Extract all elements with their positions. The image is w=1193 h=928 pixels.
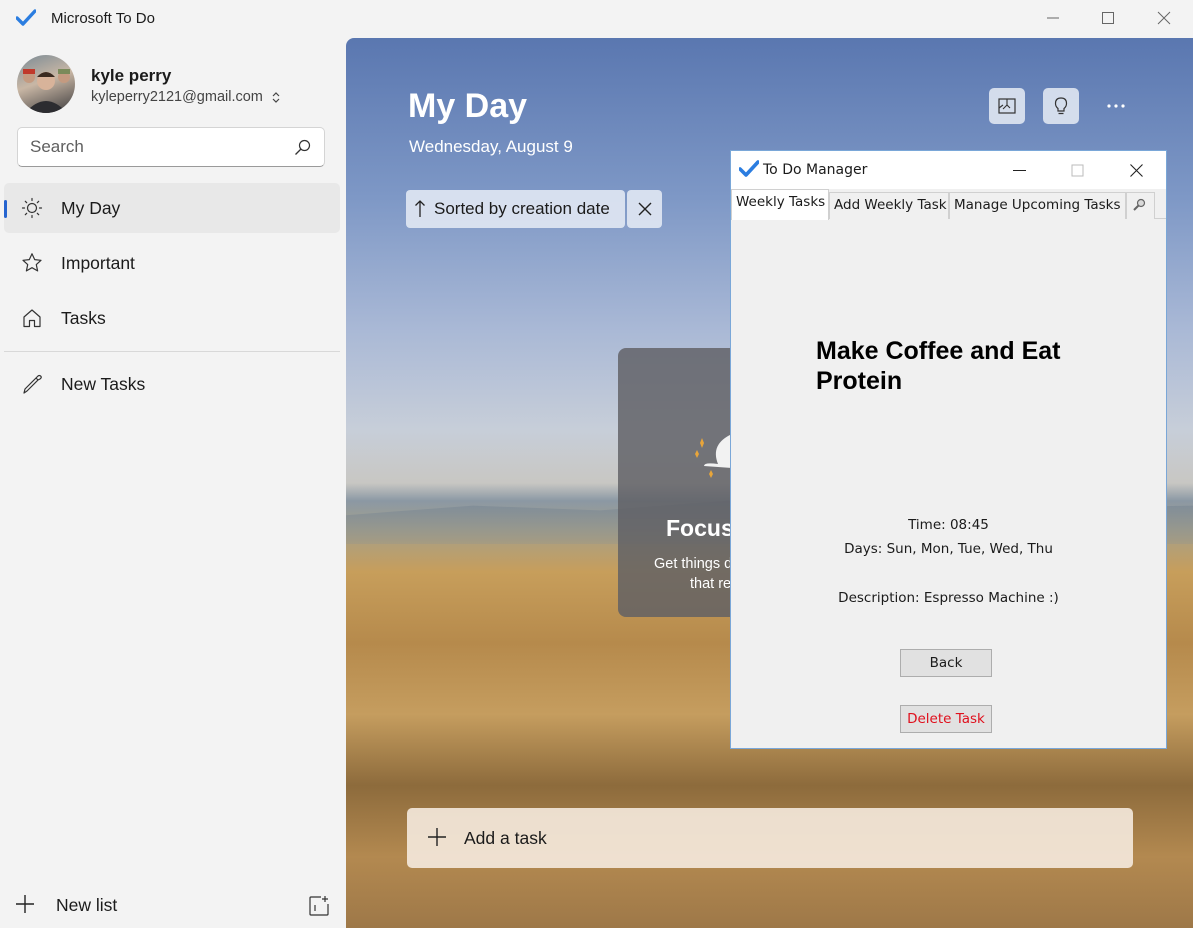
more-options-button[interactable]	[1098, 93, 1134, 119]
dialog-maximize-button[interactable]	[1048, 151, 1106, 189]
add-task-input[interactable]: Add a task	[407, 808, 1133, 868]
avatar[interactable]	[17, 55, 75, 113]
tab-label: Weekly Tasks	[736, 194, 826, 210]
sidebar-item-label: New Tasks	[61, 374, 146, 394]
suggestions-button[interactable]	[1043, 88, 1079, 124]
add-task-placeholder: Add a task	[464, 828, 547, 848]
task-title: Make Coffee and Eat Protein	[816, 337, 1061, 395]
minimize-button[interactable]	[1024, 0, 1082, 36]
sidebar-item-my-day[interactable]: My Day	[4, 183, 340, 233]
todo-manager-window: To Do Manager Weekly Tasks Add Weekly Ta…	[730, 150, 1167, 749]
focus-text-line: that re	[690, 576, 732, 592]
search-box[interactable]	[17, 127, 325, 167]
minimize-icon	[1012, 169, 1026, 171]
app-title: Microsoft To Do	[51, 10, 155, 27]
todo-checkmark-icon	[739, 160, 759, 177]
tab-label: Add Weekly Task	[834, 197, 947, 213]
search-input[interactable]	[30, 136, 280, 158]
tab-search[interactable]	[1126, 192, 1155, 219]
active-indicator	[4, 200, 7, 218]
suggestions-panel-button[interactable]	[989, 88, 1025, 124]
todo-checkmark-icon	[16, 9, 36, 26]
task-time: Time: 08:45	[908, 517, 989, 533]
weekly-task-detail-panel: Make Coffee and Eat Protein Time: 08:45 …	[731, 219, 1166, 748]
maximize-button[interactable]	[1079, 0, 1137, 36]
close-icon	[1157, 11, 1171, 25]
sidebar-divider	[4, 351, 340, 352]
star-icon	[22, 253, 42, 272]
tab-add-weekly-task[interactable]: Add Weekly Task	[829, 192, 949, 219]
tab-label: Manage Upcoming Tasks	[954, 197, 1121, 213]
magnifier-icon	[1133, 198, 1146, 211]
image-panel-icon	[998, 98, 1016, 114]
close-icon	[1129, 163, 1143, 177]
focus-heading: Focus	[666, 515, 734, 541]
page-date: Wednesday, August 9	[409, 137, 573, 156]
sidebar-item-new-tasks[interactable]: New Tasks	[4, 359, 340, 409]
maximize-icon	[1102, 12, 1114, 24]
account-switch-chevron-icon[interactable]	[271, 90, 281, 105]
tab-manage-upcoming-tasks[interactable]: Manage Upcoming Tasks	[949, 192, 1126, 219]
more-dots-icon	[1107, 104, 1125, 108]
new-list-button[interactable]: New list	[14, 891, 314, 921]
sidebar-item-important[interactable]: Important	[4, 238, 340, 288]
page-title: My Day	[408, 87, 528, 125]
plus-icon	[428, 828, 446, 846]
back-button[interactable]: Back	[900, 649, 992, 677]
sidebar-item-label: Tasks	[61, 308, 106, 328]
user-name: kyle perry	[91, 66, 172, 85]
focus-text-line: Get things d	[654, 556, 733, 572]
dialog-titlebar: To Do Manager	[731, 151, 1166, 189]
sidebar: kyle perry kyleperry2121@gmail.com My Da…	[0, 38, 346, 928]
new-list-label: New list	[56, 895, 118, 915]
app-titlebar: Microsoft To Do	[0, 0, 1193, 38]
list-icon	[23, 374, 42, 394]
sidebar-item-label: Important	[61, 253, 135, 273]
search-icon[interactable]	[294, 139, 311, 156]
lightbulb-icon	[1054, 97, 1068, 115]
clear-sort-button[interactable]	[627, 190, 662, 228]
home-icon	[23, 309, 41, 328]
sparkle-illustration-icon	[695, 434, 732, 478]
dialog-close-button[interactable]	[1107, 151, 1165, 189]
close-button[interactable]	[1135, 0, 1193, 36]
dialog-title: To Do Manager	[763, 162, 868, 178]
close-icon	[638, 202, 651, 216]
sun-icon	[21, 197, 43, 219]
user-email[interactable]: kyleperry2121@gmail.com	[91, 89, 263, 105]
tab-weekly-tasks[interactable]: Weekly Tasks	[731, 189, 829, 220]
new-group-icon[interactable]	[307, 894, 331, 918]
sidebar-item-tasks[interactable]: Tasks	[4, 293, 340, 343]
maximize-icon	[1071, 164, 1083, 176]
task-days: Days: Sun, Mon, Tue, Wed, Thu	[844, 541, 1053, 557]
task-description: Description: Espresso Machine :)	[838, 590, 1059, 606]
sort-label: Sorted by creation date	[434, 199, 610, 218]
sidebar-item-label: My Day	[61, 198, 121, 218]
arrow-up-icon	[415, 200, 425, 217]
focus-card: Focus Get things d that re	[618, 348, 748, 617]
avatar-photo	[23, 69, 70, 113]
sort-indicator[interactable]: Sorted by creation date	[406, 190, 625, 228]
dialog-minimize-button[interactable]	[990, 151, 1048, 189]
plus-icon	[16, 895, 34, 913]
minimize-icon	[1047, 17, 1059, 19]
dialog-tabbar: Weekly Tasks Add Weekly Task Manage Upco…	[731, 189, 1166, 220]
delete-task-button[interactable]: Delete Task	[900, 705, 992, 733]
